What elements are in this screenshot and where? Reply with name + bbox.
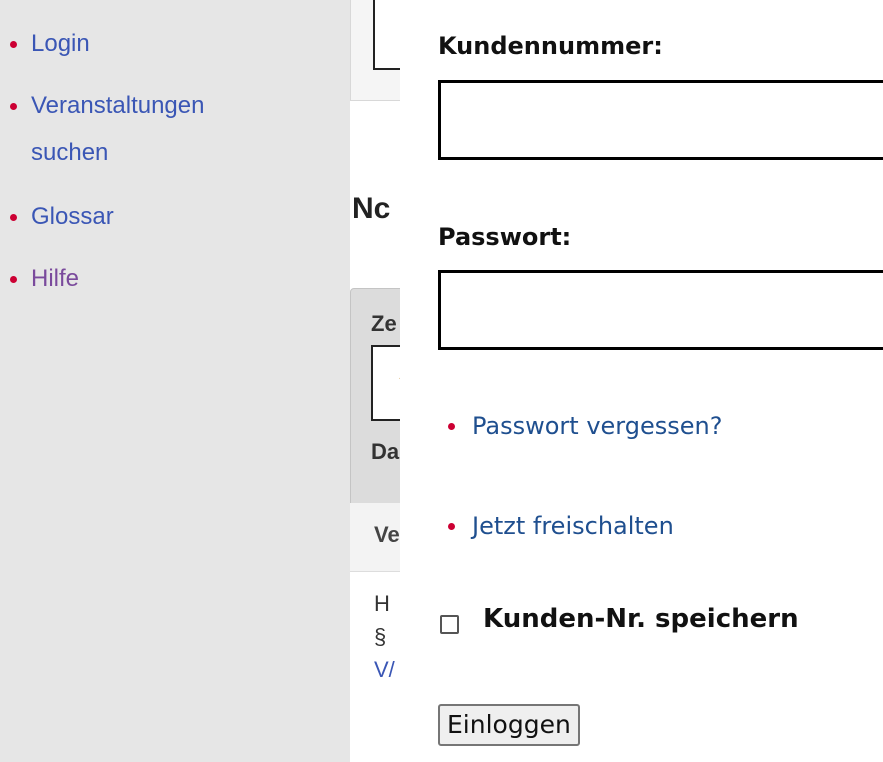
bullet-icon xyxy=(448,523,455,530)
password-input[interactable] xyxy=(438,270,883,350)
sidebar-link-veranstaltungen[interactable]: Veranstaltungen xyxy=(31,88,204,123)
customer-number-label: Kundennummer: xyxy=(438,32,663,60)
section-heading: Nc xyxy=(352,192,391,225)
remember-customer-label[interactable]: Kunden-Nr. speichern xyxy=(483,604,799,634)
sidebar-link-veranstaltungen-line2[interactable]: suchen xyxy=(31,135,108,170)
panel-label-bottom: Da xyxy=(371,439,400,464)
main-content-partial: Nc Ze - Da Ve H § V/ xyxy=(350,0,400,762)
body-link[interactable]: V/ xyxy=(374,657,395,683)
forgot-password-link[interactable]: Passwort vergessen? xyxy=(472,410,722,442)
remember-customer-checkbox[interactable] xyxy=(440,615,459,634)
sidebar-link-login[interactable]: Login xyxy=(31,26,90,61)
panel-label-top: Ze xyxy=(371,311,397,336)
sidebar-link-hilfe[interactable]: Hilfe xyxy=(31,261,79,296)
sidebar-link-glossar[interactable]: Glossar xyxy=(31,199,114,234)
search-panel: Ze - Da xyxy=(350,288,400,505)
panel-field[interactable]: - xyxy=(371,345,400,421)
top-box xyxy=(350,0,400,101)
top-box-input xyxy=(373,0,400,70)
bullet-icon xyxy=(448,423,455,430)
bullet-icon xyxy=(10,214,17,221)
bullet-icon xyxy=(10,103,17,110)
bullet-icon xyxy=(10,276,17,283)
customer-number-input[interactable] xyxy=(438,80,883,160)
sidebar: Login Veranstaltungen suchen Glossar Hil… xyxy=(0,0,350,762)
table-header: Ve xyxy=(350,503,400,572)
body-line-2: § xyxy=(374,624,387,649)
login-panel: Kundennummer: Passwort: Passwort vergess… xyxy=(400,0,883,762)
activate-account-link[interactable]: Jetzt freischalten xyxy=(472,510,674,542)
table-header-label: Ve xyxy=(374,522,400,547)
bullet-icon xyxy=(10,41,17,48)
login-button[interactable]: Einloggen xyxy=(438,704,580,746)
password-label: Passwort: xyxy=(438,223,572,251)
body-line-1: H xyxy=(374,591,390,616)
